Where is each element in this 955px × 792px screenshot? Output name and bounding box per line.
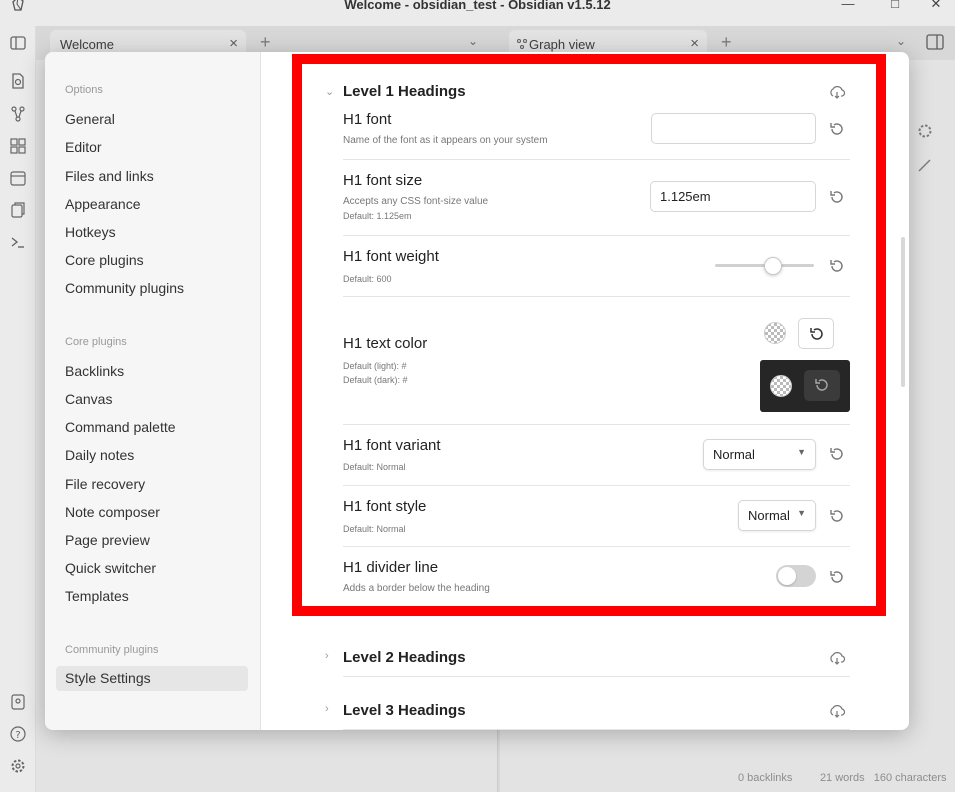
sidebar-item-editor[interactable]: Editor: [65, 139, 102, 155]
window-title: Welcome - obsidian_test - Obsidian v1.5.…: [344, 0, 611, 12]
settings-gear-icon[interactable]: [9, 757, 27, 775]
expand-chevron-icon[interactable]: ›: [325, 650, 329, 662]
sidebar-item-backlinks[interactable]: Backlinks: [65, 363, 124, 379]
sidebar-item-general[interactable]: General: [65, 111, 115, 127]
sidebar-item-hotkeys[interactable]: Hotkeys: [65, 224, 116, 240]
community-plugins-group-header: Community plugins: [65, 644, 159, 656]
sidebar-item-core-plugins[interactable]: Core plugins: [65, 252, 144, 268]
graph-view-icon[interactable]: [9, 105, 27, 123]
quick-switcher-icon[interactable]: [9, 72, 27, 90]
help-icon[interactable]: ?: [9, 725, 27, 743]
settings-sidebar: Options General Editor Files and links A…: [45, 52, 261, 730]
options-group-header: Options: [65, 84, 103, 96]
section-divider: [343, 676, 850, 677]
svg-text:?: ?: [15, 730, 20, 741]
settings-modal: Options General Editor Files and links A…: [45, 52, 909, 730]
section-level-3-headings[interactable]: Level 3 Headings: [343, 702, 466, 719]
title-bar: Welcome - obsidian_test - Obsidian v1.5.…: [0, 0, 955, 14]
export-download-icon[interactable]: [828, 649, 846, 667]
sidebar-toggle-icon[interactable]: [9, 34, 27, 52]
canvas-icon[interactable]: [9, 137, 27, 155]
sidebar-item-quick-switcher[interactable]: Quick switcher: [65, 560, 156, 576]
content-scrollbar[interactable]: [901, 237, 905, 387]
section-divider: [343, 729, 850, 730]
vault-icon[interactable]: [9, 693, 27, 711]
terminal-icon[interactable]: [9, 233, 27, 251]
sidebar-item-command-palette[interactable]: Command palette: [65, 419, 176, 435]
sidebar-item-file-recovery[interactable]: File recovery: [65, 476, 145, 492]
left-ribbon: ?: [0, 26, 36, 792]
expand-chevron-icon[interactable]: ›: [325, 703, 329, 715]
maximize-button[interactable]: □: [885, 0, 905, 11]
sidebar-item-community-plugins[interactable]: Community plugins: [65, 280, 184, 296]
sidebar-item-note-composer[interactable]: Note composer: [65, 504, 160, 520]
calendar-icon[interactable]: [9, 169, 27, 187]
sidebar-item-canvas[interactable]: Canvas: [65, 391, 112, 407]
highlight-box: [292, 54, 886, 616]
section-level-2-headings[interactable]: Level 2 Headings: [343, 649, 466, 666]
sidebar-item-daily-notes[interactable]: Daily notes: [65, 447, 134, 463]
templates-icon[interactable]: [9, 201, 27, 219]
sidebar-item-page-preview[interactable]: Page preview: [65, 532, 150, 548]
sidebar-item-appearance[interactable]: Appearance: [65, 196, 141, 212]
core-plugins-group-header: Core plugins: [65, 336, 127, 348]
minimize-button[interactable]: —: [838, 0, 858, 11]
export-download-icon[interactable]: [828, 702, 846, 720]
sidebar-item-style-settings[interactable]: Style Settings: [56, 666, 248, 691]
sidebar-item-files-and-links[interactable]: Files and links: [65, 168, 154, 184]
close-window-button[interactable]: ✕: [926, 0, 946, 12]
sidebar-item-templates[interactable]: Templates: [65, 588, 129, 604]
